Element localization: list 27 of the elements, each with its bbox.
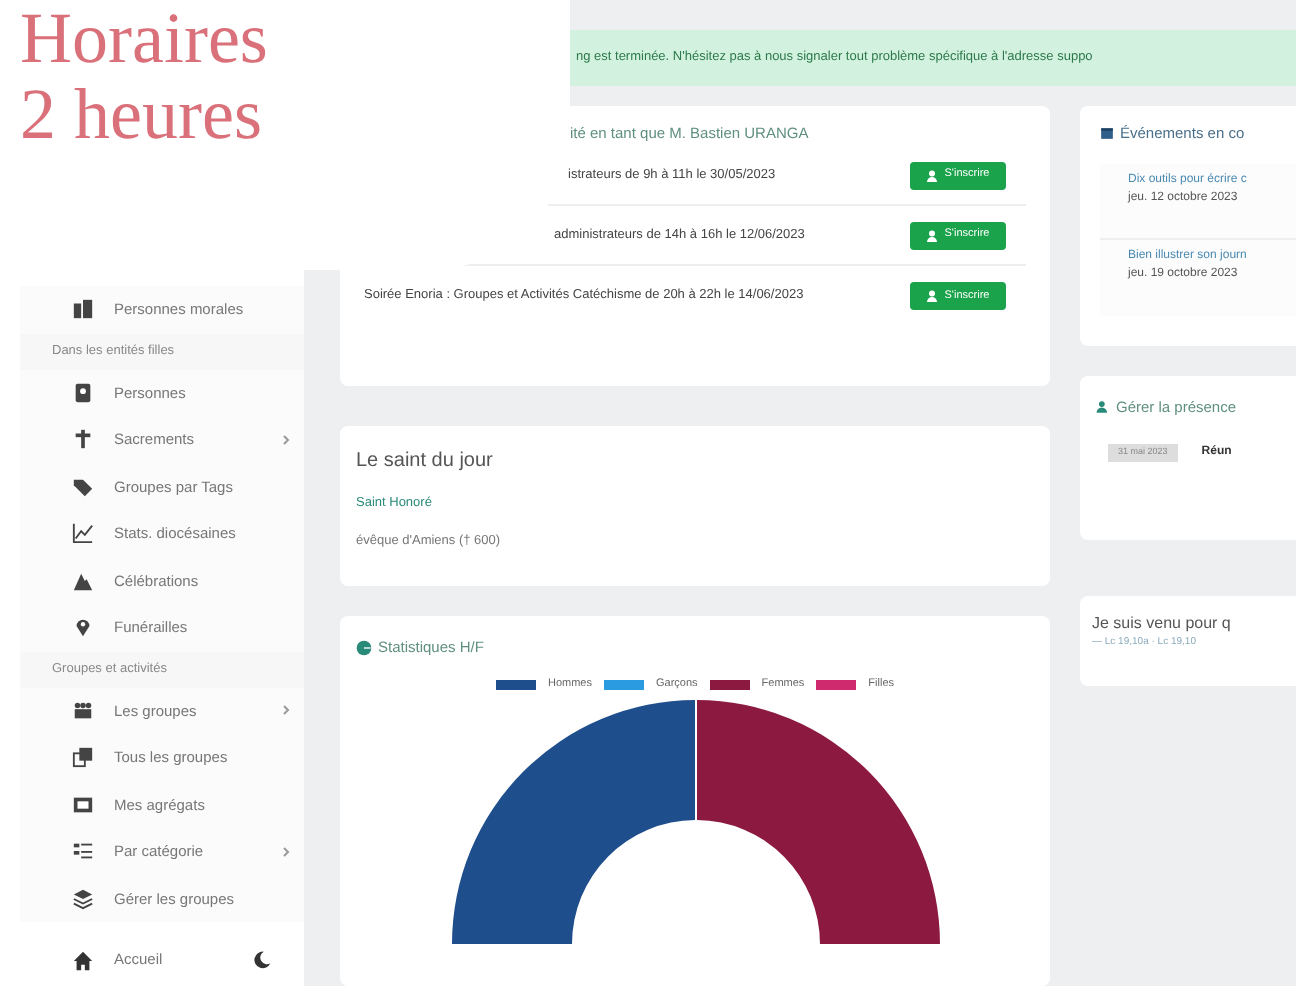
overlay-heading: 2 heures (20, 76, 264, 152)
list-icon (72, 840, 94, 863)
person-icon (926, 169, 939, 181)
mountain-icon (72, 569, 94, 592)
person-icon (926, 229, 939, 241)
quote-text: Je suis venu pour q (1092, 612, 1233, 636)
moon-icon (252, 950, 272, 970)
chevron-icon (280, 704, 292, 717)
chevron-icon (280, 845, 292, 858)
pie-chart-icon (356, 639, 372, 656)
home-icon (72, 949, 94, 971)
calendar-icon (1100, 126, 1114, 141)
tags-icon (72, 475, 94, 498)
card-title: Le saint du jour (356, 448, 495, 476)
line-chart-icon (72, 522, 94, 545)
people-icon (72, 699, 94, 722)
card-icon (72, 793, 94, 816)
cards-icon (72, 746, 94, 769)
cross-icon (72, 428, 94, 451)
map-pin-icon (72, 616, 94, 639)
person-check-icon (1096, 400, 1110, 415)
overlay-heading: Horaires (20, 0, 270, 76)
building-icon (72, 298, 94, 321)
person-icon (926, 290, 939, 302)
chevron-icon (280, 433, 292, 446)
layers-icon (72, 887, 94, 910)
contact-card-icon (72, 381, 94, 404)
